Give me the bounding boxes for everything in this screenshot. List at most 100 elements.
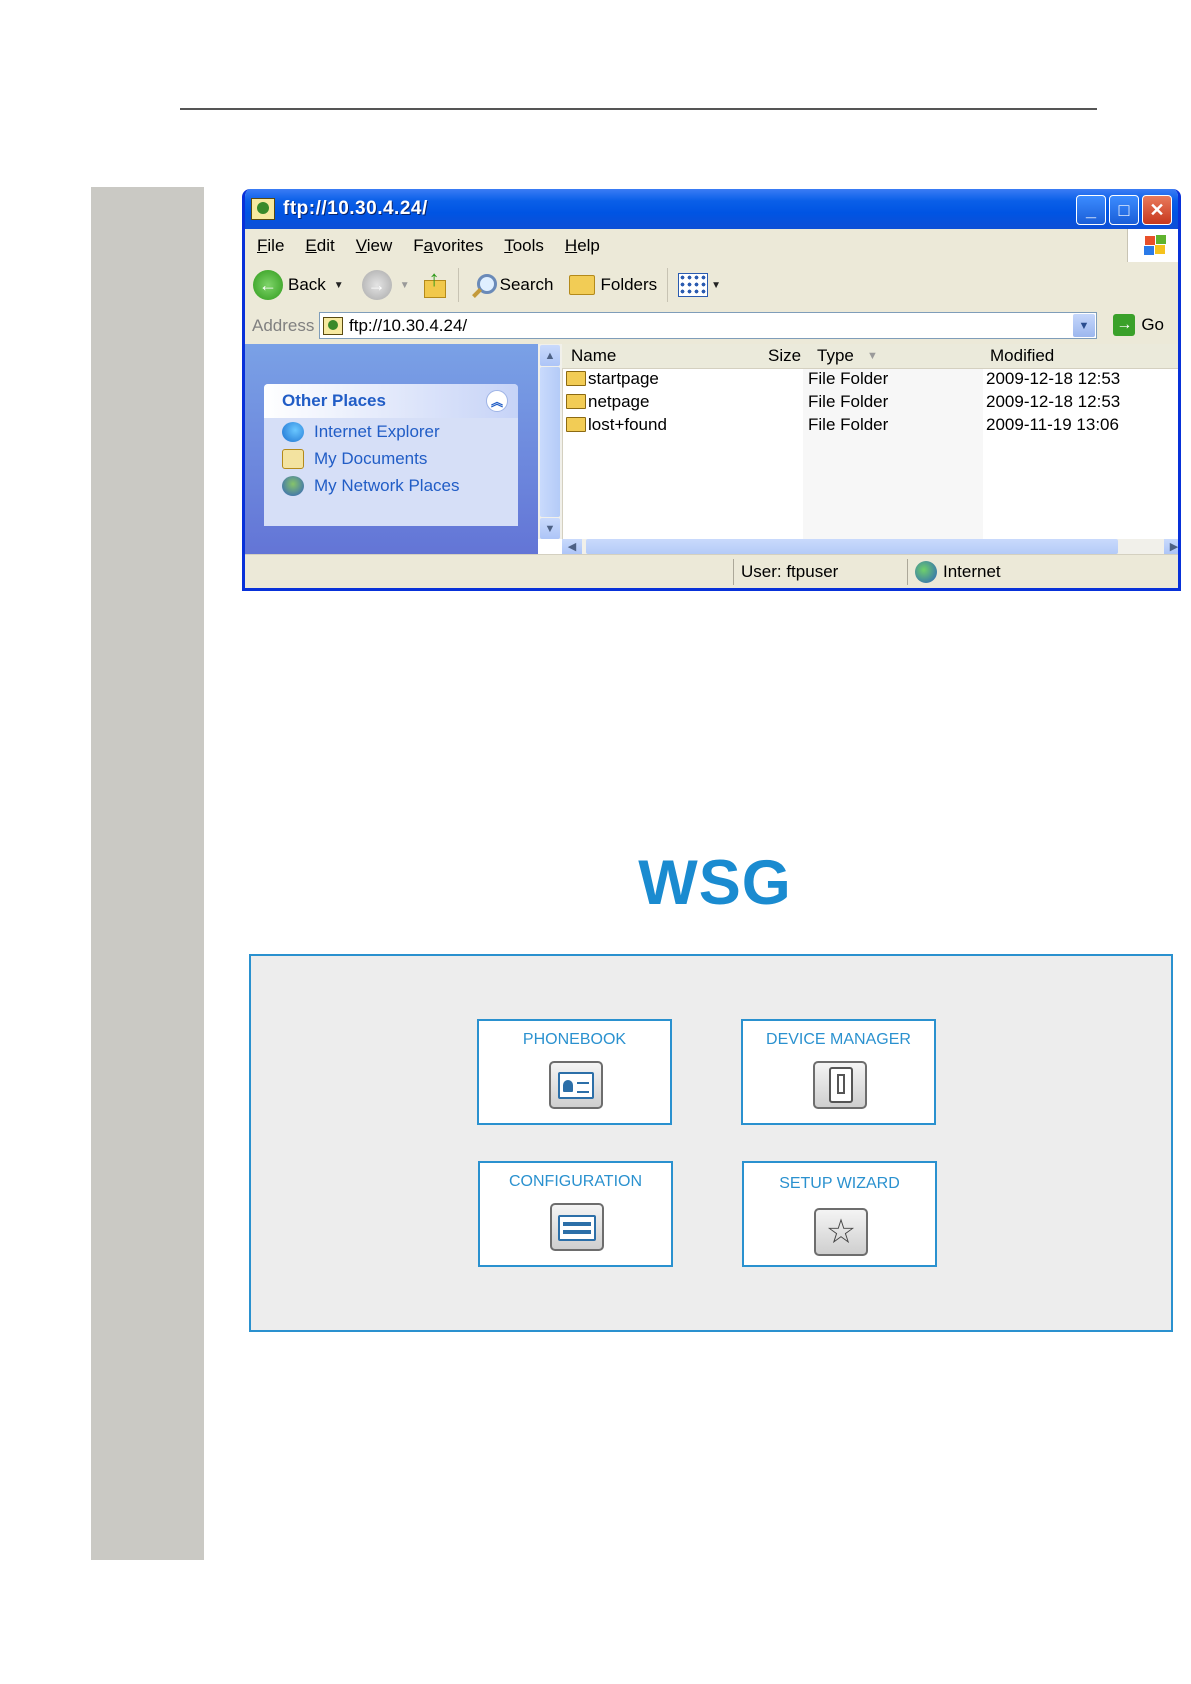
link-label: My Network Places — [314, 475, 460, 495]
column-size[interactable]: Size — [768, 346, 801, 366]
file-type: File Folder — [808, 415, 889, 434]
device-manager-icon — [813, 1061, 867, 1109]
window-controls: _ □ ✕ — [1076, 195, 1172, 225]
forward-arrow-icon: → — [361, 270, 392, 300]
search-button[interactable]: Search — [471, 272, 554, 298]
file-modified: 2009-12-18 12:53 — [986, 392, 1121, 411]
menu-view[interactable]: View — [356, 236, 393, 256]
other-places-panel: Other Places ︽ Internet Explorer My Docu… — [264, 384, 518, 526]
menu-tools[interactable]: Tools — [504, 236, 544, 256]
tile-label: DEVICE MANAGER — [766, 1031, 911, 1048]
other-places-header[interactable]: Other Places ︽ — [264, 384, 518, 418]
page-side-bar — [91, 187, 204, 1560]
internet-globe-icon — [915, 561, 937, 583]
file-type: File Folder — [808, 392, 889, 411]
explorer-window: ftp://10.30.4.24/ _ □ ✕ File Edit View F… — [242, 189, 1181, 591]
status-separator — [733, 559, 734, 585]
setup-wizard-tile[interactable]: SETUP WIZARD ☆ — [742, 1161, 937, 1267]
minimize-button[interactable]: _ — [1076, 195, 1106, 225]
back-dropdown-icon[interactable]: ▼ — [334, 280, 344, 291]
column-modified[interactable]: Modified — [990, 346, 1054, 366]
wsg-panel: PHONEBOOK DEVICE MANAGER CONFIGURATION S… — [249, 954, 1173, 1332]
toolbar-separator — [667, 268, 669, 302]
file-row[interactable]: lost+found File Folder 2009-11-19 13:06 — [562, 415, 1178, 438]
task-pane: Other Places ︽ Internet Explorer My Docu… — [245, 344, 538, 554]
tile-label: CONFIGURATION — [508, 1173, 643, 1190]
tile-label: SETUP WIZARD — [779, 1175, 900, 1192]
status-bar: User: ftpuser Internet — [245, 554, 1178, 588]
link-internet-explorer[interactable]: Internet Explorer — [282, 418, 518, 445]
file-name: lost+found — [588, 415, 667, 434]
folder-icon — [566, 394, 586, 409]
scroll-down-icon[interactable]: ▼ — [540, 518, 560, 539]
link-label: Internet Explorer — [314, 421, 440, 441]
wsg-title: WSG — [638, 848, 792, 918]
collapse-chevron-icon[interactable]: ︽ — [486, 390, 508, 412]
configuration-tile[interactable]: CONFIGURATION — [478, 1161, 673, 1267]
horizontal-scrollbar[interactable]: ◀ ▶ — [562, 539, 1178, 554]
scroll-left-icon[interactable]: ◀ — [562, 539, 582, 554]
other-places-title: Other Places — [282, 391, 386, 410]
forward-button[interactable]: → ▼ — [361, 270, 410, 300]
title-bar[interactable]: ftp://10.30.4.24/ _ □ ✕ — [245, 189, 1178, 229]
go-label: Go — [1141, 315, 1164, 334]
status-zone: Internet — [943, 562, 1001, 581]
link-my-network-places[interactable]: My Network Places — [282, 472, 518, 499]
search-icon — [471, 272, 497, 298]
back-button[interactable]: ← Back ▼ — [253, 270, 344, 300]
column-name[interactable]: Name — [571, 346, 616, 366]
column-headers: Name Size Type ▼ Modified — [562, 344, 1178, 369]
address-dropdown-icon[interactable]: ▼ — [1073, 314, 1095, 337]
phonebook-tile[interactable]: PHONEBOOK — [477, 1019, 672, 1125]
tile-label: PHONEBOOK — [522, 1031, 627, 1048]
file-row[interactable]: netpage File Folder 2009-12-18 12:53 — [562, 392, 1178, 415]
toolbar: ← Back ▼ → ▼ Search Folders ▼ — [245, 262, 1178, 309]
maximize-button[interactable]: □ — [1109, 195, 1139, 225]
my-documents-icon — [282, 448, 304, 469]
scroll-thumb[interactable] — [540, 367, 560, 517]
back-label: Back — [288, 275, 326, 294]
star-icon: ☆ — [814, 1208, 868, 1256]
link-my-documents[interactable]: My Documents — [282, 445, 518, 472]
go-button[interactable]: → Go — [1113, 314, 1164, 336]
ftp-folder-icon — [323, 316, 343, 335]
scroll-thumb[interactable] — [586, 539, 1118, 554]
file-modified: 2009-12-18 12:53 — [986, 369, 1121, 388]
folder-icon — [566, 371, 586, 386]
link-label: My Documents — [314, 448, 428, 468]
menu-help[interactable]: Help — [565, 236, 600, 256]
file-row[interactable]: startpage File Folder 2009-12-18 12:53 — [562, 369, 1178, 392]
menu-favorites[interactable]: Favorites — [413, 236, 483, 256]
file-name: netpage — [588, 392, 650, 411]
back-arrow-icon: ← — [253, 270, 283, 300]
menu-file[interactable]: File — [257, 236, 284, 256]
sort-arrow-icon: ▼ — [867, 350, 878, 362]
views-button[interactable]: ▼ — [678, 273, 721, 297]
network-places-icon — [282, 475, 304, 496]
top-rule — [180, 108, 1097, 110]
status-user: User: ftpuser — [741, 562, 839, 581]
configuration-icon — [550, 1203, 604, 1251]
ftp-folder-icon — [251, 198, 275, 220]
file-list: ▲ ▼ Name Size Type ▼ Modified startpage … — [538, 344, 1178, 554]
internet-explorer-icon — [282, 421, 304, 442]
menu-edit[interactable]: Edit — [305, 236, 334, 256]
folders-label: Folders — [600, 275, 658, 294]
scroll-up-icon[interactable]: ▲ — [540, 345, 560, 366]
folder-up-icon[interactable] — [423, 266, 448, 298]
address-input[interactable]: ftp://10.30.4.24/ ▼ — [319, 312, 1097, 339]
status-separator — [907, 559, 908, 585]
window-title: ftp://10.30.4.24/ — [283, 198, 428, 219]
close-button[interactable]: ✕ — [1142, 195, 1172, 225]
views-icon — [678, 273, 709, 297]
address-label: Address — [252, 316, 315, 335]
folders-icon — [569, 275, 596, 295]
device-manager-tile[interactable]: DEVICE MANAGER — [741, 1019, 936, 1125]
folders-button[interactable]: Folders — [569, 275, 657, 295]
windows-logo-icon — [1127, 229, 1178, 262]
column-type[interactable]: Type — [817, 346, 854, 366]
forward-dropdown-icon[interactable]: ▼ — [400, 280, 410, 291]
scroll-right-icon[interactable]: ▶ — [1164, 539, 1178, 554]
vertical-scrollbar[interactable]: ▲ ▼ — [538, 344, 563, 539]
search-label: Search — [499, 275, 554, 294]
